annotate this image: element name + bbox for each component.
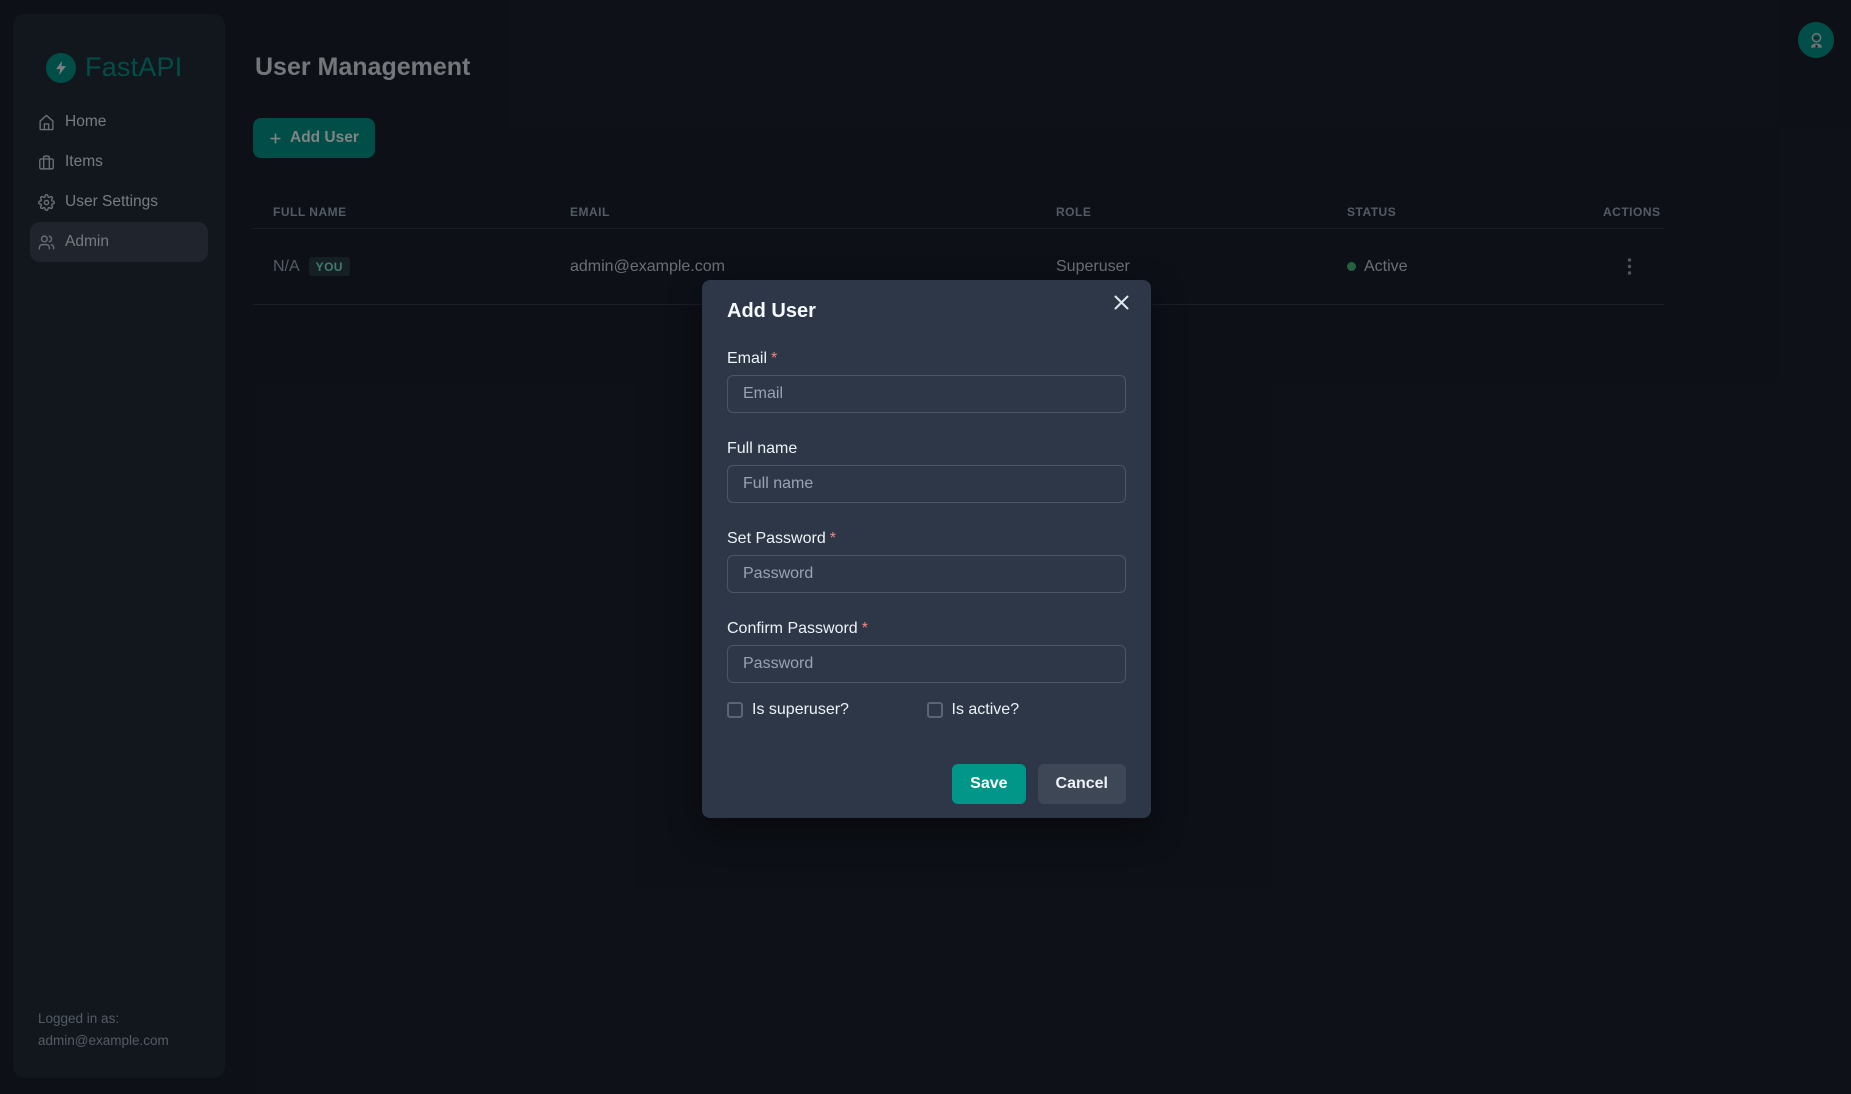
email-field-group: Email* xyxy=(727,349,1126,413)
cancel-button[interactable]: Cancel xyxy=(1038,764,1126,804)
save-button[interactable]: Save xyxy=(952,764,1025,804)
full-name-input[interactable] xyxy=(727,465,1126,503)
is-active-checkbox[interactable]: Is active? xyxy=(927,701,1127,719)
email-input[interactable] xyxy=(727,375,1126,413)
required-asterisk: * xyxy=(862,620,868,637)
modal-close-button[interactable] xyxy=(1105,286,1137,318)
add-user-modal: Add User Email* Full name Set Password* … xyxy=(702,280,1151,818)
required-asterisk: * xyxy=(830,530,836,547)
checkbox-icon xyxy=(727,702,743,718)
field-label-text: Full name xyxy=(727,440,797,457)
modal-footer: Save Cancel xyxy=(727,764,1126,804)
set-password-label: Set Password* xyxy=(727,529,1126,548)
app-root: FastAPI Home Items User Settings xyxy=(0,0,1851,1094)
is-active-label: Is active? xyxy=(952,701,1020,719)
set-password-input[interactable] xyxy=(727,555,1126,593)
set-password-field-group: Set Password* xyxy=(727,529,1126,593)
is-superuser-checkbox[interactable]: Is superuser? xyxy=(727,701,927,719)
modal-title: Add User xyxy=(727,299,1126,323)
confirm-password-input[interactable] xyxy=(727,645,1126,683)
full-name-field-group: Full name xyxy=(727,439,1126,503)
confirm-password-field-group: Confirm Password* xyxy=(727,619,1126,683)
close-icon xyxy=(1114,295,1129,310)
field-label-text: Email xyxy=(727,350,767,367)
field-label-text: Confirm Password xyxy=(727,620,858,637)
modal-checkbox-row: Is superuser? Is active? xyxy=(727,701,1126,719)
checkbox-icon xyxy=(927,702,943,718)
full-name-label: Full name xyxy=(727,439,1126,458)
email-label: Email* xyxy=(727,349,1126,368)
is-superuser-label: Is superuser? xyxy=(752,701,849,719)
required-asterisk: * xyxy=(771,350,777,367)
field-label-text: Set Password xyxy=(727,530,826,547)
confirm-password-label: Confirm Password* xyxy=(727,619,1126,638)
